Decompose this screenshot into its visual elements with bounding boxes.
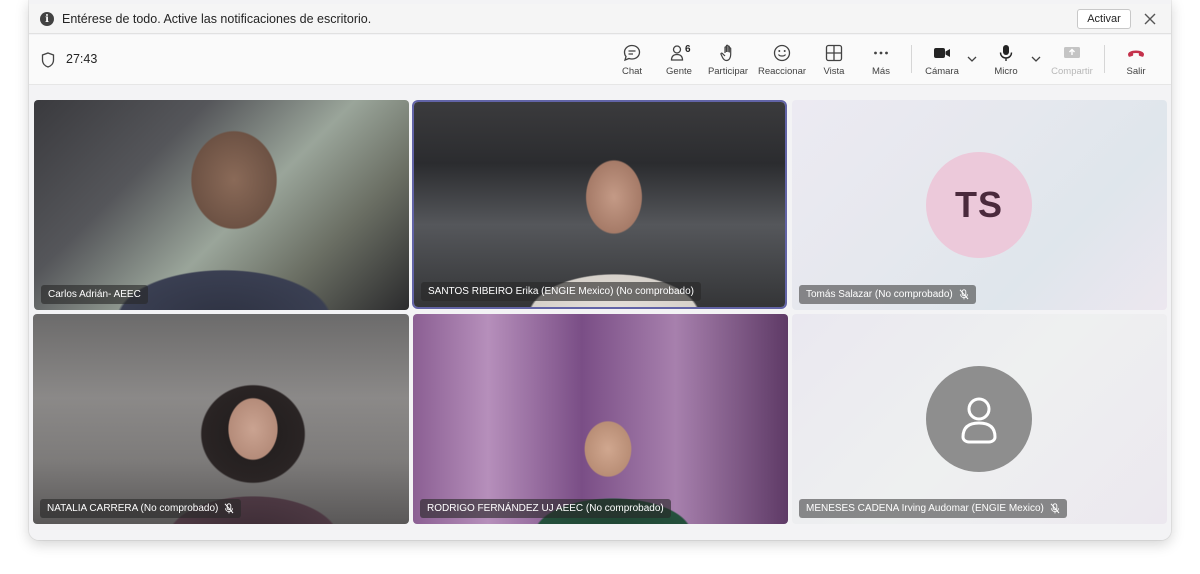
microphone-icon (999, 45, 1013, 61)
more-label: Más (872, 66, 890, 77)
people-label: Gente (666, 66, 692, 77)
participant-name-tag: Carlos Adrián- AEEC (41, 285, 148, 304)
participant-name: RODRIGO FERNÁNDEZ UJ AEEC (No comprobado… (427, 503, 664, 514)
participant-name: Carlos Adrián- AEEC (48, 289, 141, 300)
camera-button[interactable]: Cámara (916, 41, 968, 81)
camera-options-chevron-icon[interactable] (967, 55, 977, 63)
meeting-timer: 27:43 (66, 52, 98, 66)
people-button[interactable]: 6 Gente (653, 41, 705, 81)
raise-hand-button[interactable]: Participar (702, 41, 754, 81)
video-gallery: Carlos Adrián- AEEC SANTOS RIBEIRO Erika… (29, 86, 1171, 540)
meeting-toolbar: 27:43 Chat 6 Gente Participar Reaccionar… (29, 35, 1171, 85)
participant-tile[interactable]: MENESES CADENA Irving Audomar (ENGIE Mex… (792, 314, 1167, 524)
avatar (926, 366, 1032, 472)
participant-name-tag: RODRIGO FERNÁNDEZ UJ AEEC (No comprobado… (420, 499, 671, 518)
grid-view-icon (825, 44, 843, 62)
hang-up-icon (1128, 50, 1144, 57)
more-icon (874, 51, 888, 55)
share-button[interactable]: Compartir (1046, 41, 1098, 81)
leave-label: Salir (1126, 66, 1146, 77)
raise-hand-label: Participar (707, 66, 749, 77)
notification-bar: i Entérese de todo. Active las notificac… (29, 4, 1171, 34)
view-label: Vista (823, 66, 845, 77)
participant-name: NATALIA CARRERA (No comprobado) (47, 503, 219, 514)
mic-button[interactable]: Micro (980, 41, 1032, 81)
toolbar-divider (911, 45, 912, 73)
teams-meeting-window: i Entérese de todo. Active las notificac… (29, 0, 1171, 540)
notification-text: Entérese de todo. Active las notificacio… (62, 12, 372, 26)
participant-name-tag: NATALIA CARRERA (No comprobado) (40, 499, 242, 518)
mic-off-icon (224, 503, 234, 514)
share-screen-icon (1064, 47, 1080, 58)
view-button[interactable]: Vista (808, 41, 860, 81)
participant-tile[interactable]: NATALIA CARRERA (No comprobado) (33, 314, 409, 524)
react-button[interactable]: Reaccionar (756, 41, 808, 81)
participant-name: Tomás Salazar (No comprobado) (806, 289, 953, 300)
participant-tile[interactable]: RODRIGO FERNÁNDEZ UJ AEEC (No comprobado… (413, 314, 788, 524)
raise-hand-icon (720, 44, 732, 62)
mic-off-icon (1050, 503, 1060, 514)
mic-off-icon (959, 289, 969, 300)
chat-button[interactable]: Chat (606, 41, 658, 81)
mic-label: Micro (994, 66, 1018, 77)
close-icon[interactable] (1141, 10, 1159, 28)
react-label: Reaccionar (757, 66, 807, 77)
activate-notifications-button[interactable]: Activar (1077, 9, 1131, 29)
participant-tile[interactable]: TS Tomás Salazar (No comprobado) (792, 100, 1167, 310)
mic-options-chevron-icon[interactable] (1031, 55, 1041, 63)
share-label: Compartir (1051, 66, 1093, 77)
camera-label: Cámara (925, 66, 959, 77)
participant-tile-active-speaker[interactable]: SANTOS RIBEIRO Erika (ENGIE Mexico) (No … (414, 102, 785, 307)
person-icon (961, 397, 997, 444)
participant-name-tag: MENESES CADENA Irving Audomar (ENGIE Mex… (799, 499, 1067, 518)
chat-icon (623, 44, 641, 62)
avatar: TS (926, 152, 1032, 258)
chat-label: Chat (621, 66, 643, 77)
participant-name-tag: Tomás Salazar (No comprobado) (799, 285, 976, 304)
toolbar-divider (1104, 45, 1105, 73)
shield-icon (41, 52, 55, 68)
participant-name: MENESES CADENA Irving Audomar (ENGIE Mex… (806, 503, 1044, 514)
info-icon: i (40, 12, 54, 26)
camera-icon (934, 48, 950, 58)
leave-button[interactable]: Salir (1110, 41, 1162, 81)
participant-name-tag: SANTOS RIBEIRO Erika (ENGIE Mexico) (No … (421, 282, 701, 301)
participant-tile[interactable]: Carlos Adrián- AEEC (34, 100, 409, 310)
people-count: 6 (685, 44, 691, 55)
smiley-icon (773, 44, 791, 62)
participant-name: SANTOS RIBEIRO Erika (ENGIE Mexico) (No … (428, 286, 694, 297)
more-button[interactable]: Más (855, 41, 907, 81)
